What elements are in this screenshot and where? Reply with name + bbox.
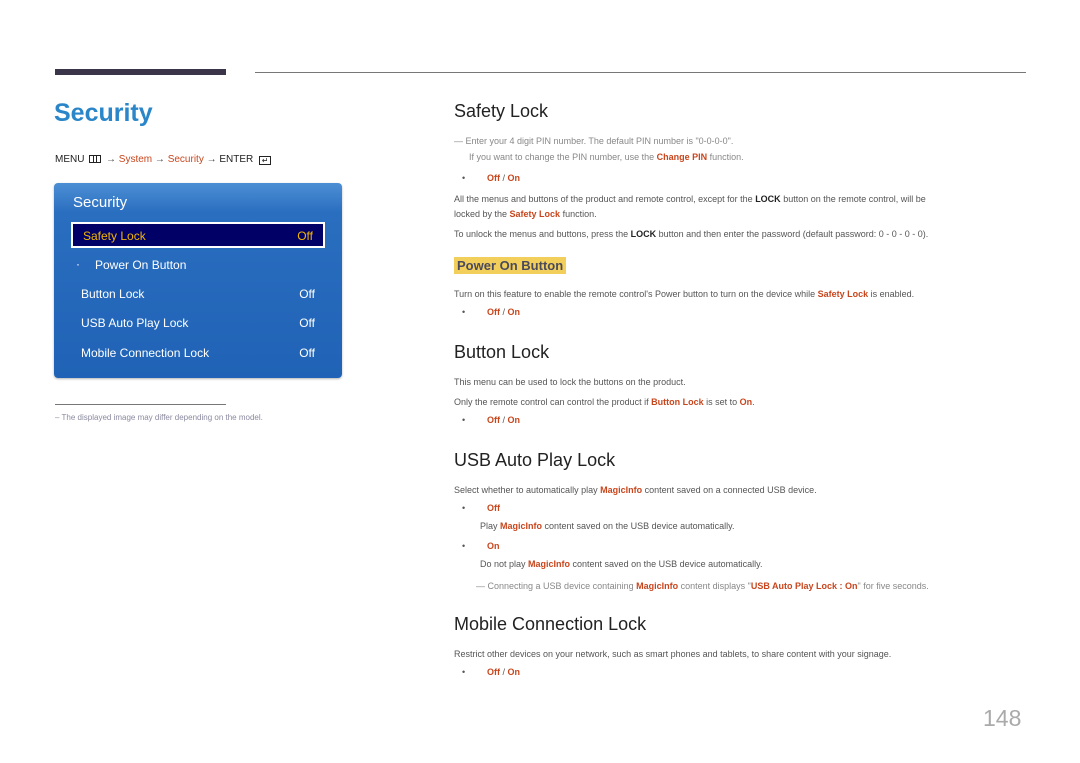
footnote: – The displayed image may differ dependi…: [55, 413, 263, 422]
safety-lock-para-2: To unlock the menus and buttons, press t…: [454, 229, 929, 239]
osd-item-label: Safety Lock: [83, 229, 146, 243]
bullet-icon: •: [462, 415, 466, 425]
breadcrumb-system: System: [118, 154, 153, 165]
arrow-icon: →: [154, 154, 165, 165]
arrow-icon: →: [206, 154, 217, 165]
section-title-mobile-connection-lock: Mobile Connection Lock: [454, 614, 647, 634]
breadcrumb-security: Security: [167, 154, 204, 165]
osd-item-value: Off: [299, 287, 315, 301]
safety-lock-para-1b: locked by the Safety Lock function.: [454, 209, 597, 219]
osd-item-mobile-connection-lock[interactable]: Mobile Connection Lock Off: [71, 341, 325, 367]
section-title-button-lock: Button Lock: [454, 342, 550, 362]
osd-item-safety-lock[interactable]: Safety Lock Off: [71, 222, 325, 248]
page-title: Security: [54, 99, 153, 127]
section-title-safety-lock: Safety Lock: [454, 101, 549, 121]
bullet-icon: ·: [76, 257, 80, 271]
bullet-icon: •: [462, 541, 466, 551]
safety-lock-note-2: If you want to change the PIN number, us…: [469, 152, 744, 162]
button-lock-para-1: This menu can be used to lock the button…: [454, 377, 686, 387]
arrow-icon: →: [106, 154, 117, 165]
osd-item-label: Mobile Connection Lock: [81, 346, 210, 360]
menu-icon: [89, 155, 102, 163]
usb-auto-play-lock-para: Select whether to automatically play Mag…: [454, 485, 817, 495]
power-on-button-para: Turn on this feature to enable the remot…: [454, 289, 915, 299]
bullet-icon: •: [462, 307, 466, 317]
bullet-icon: •: [462, 667, 466, 677]
section-title-power-on-button: Power On Button: [454, 257, 567, 274]
note-dash-icon: —: [476, 581, 485, 591]
breadcrumb-menu: MENU: [55, 154, 85, 165]
footnote-divider: [55, 404, 226, 405]
osd-item-value: Off: [299, 346, 315, 360]
safety-lock-para-1: All the menus and buttons of the product…: [454, 194, 926, 204]
osd-security-menu: Security Safety Lock Off · Power On Butt…: [54, 183, 342, 378]
osd-item-label: Power On Button: [95, 258, 187, 272]
osd-item-usb-auto-play-lock[interactable]: USB Auto Play Lock Off: [71, 311, 325, 337]
usb-auto-play-lock-note: — Connecting a USB device containing Mag…: [476, 581, 929, 591]
breadcrumb: MENU → System → Security → ENTER ↵: [55, 154, 272, 165]
osd-item-label: Button Lock: [81, 287, 145, 301]
osd-title: Security: [73, 194, 128, 211]
breadcrumb-enter: ENTER: [219, 154, 254, 165]
osd-item-value: Off: [297, 229, 313, 243]
page-number: 148: [983, 705, 1022, 731]
header-accent-bar: [55, 69, 226, 75]
button-lock-para-2: Only the remote control can control the …: [454, 397, 755, 407]
osd-item-label: USB Auto Play Lock: [81, 316, 189, 330]
note-dash-icon: —: [454, 136, 463, 146]
safety-lock-note: — Enter your 4 digit PIN number. The def…: [454, 136, 734, 146]
bullet-icon: •: [462, 503, 466, 513]
header-rule: [255, 72, 1026, 73]
mobile-connection-lock-para: Restrict other devices on your network, …: [454, 649, 892, 659]
osd-item-button-lock[interactable]: Button Lock Off: [71, 282, 325, 308]
usb-option-off-desc: Play MagicInfo content saved on the USB …: [480, 521, 735, 531]
osd-item-value: Off: [299, 316, 315, 330]
osd-item-power-on-button[interactable]: · Power On Button: [71, 253, 325, 279]
enter-icon: ↵: [259, 156, 272, 165]
bullet-icon: •: [462, 173, 466, 183]
section-title-usb-auto-play-lock: USB Auto Play Lock: [454, 450, 616, 470]
usb-option-on-desc: Do not play MagicInfo content saved on t…: [480, 559, 763, 569]
